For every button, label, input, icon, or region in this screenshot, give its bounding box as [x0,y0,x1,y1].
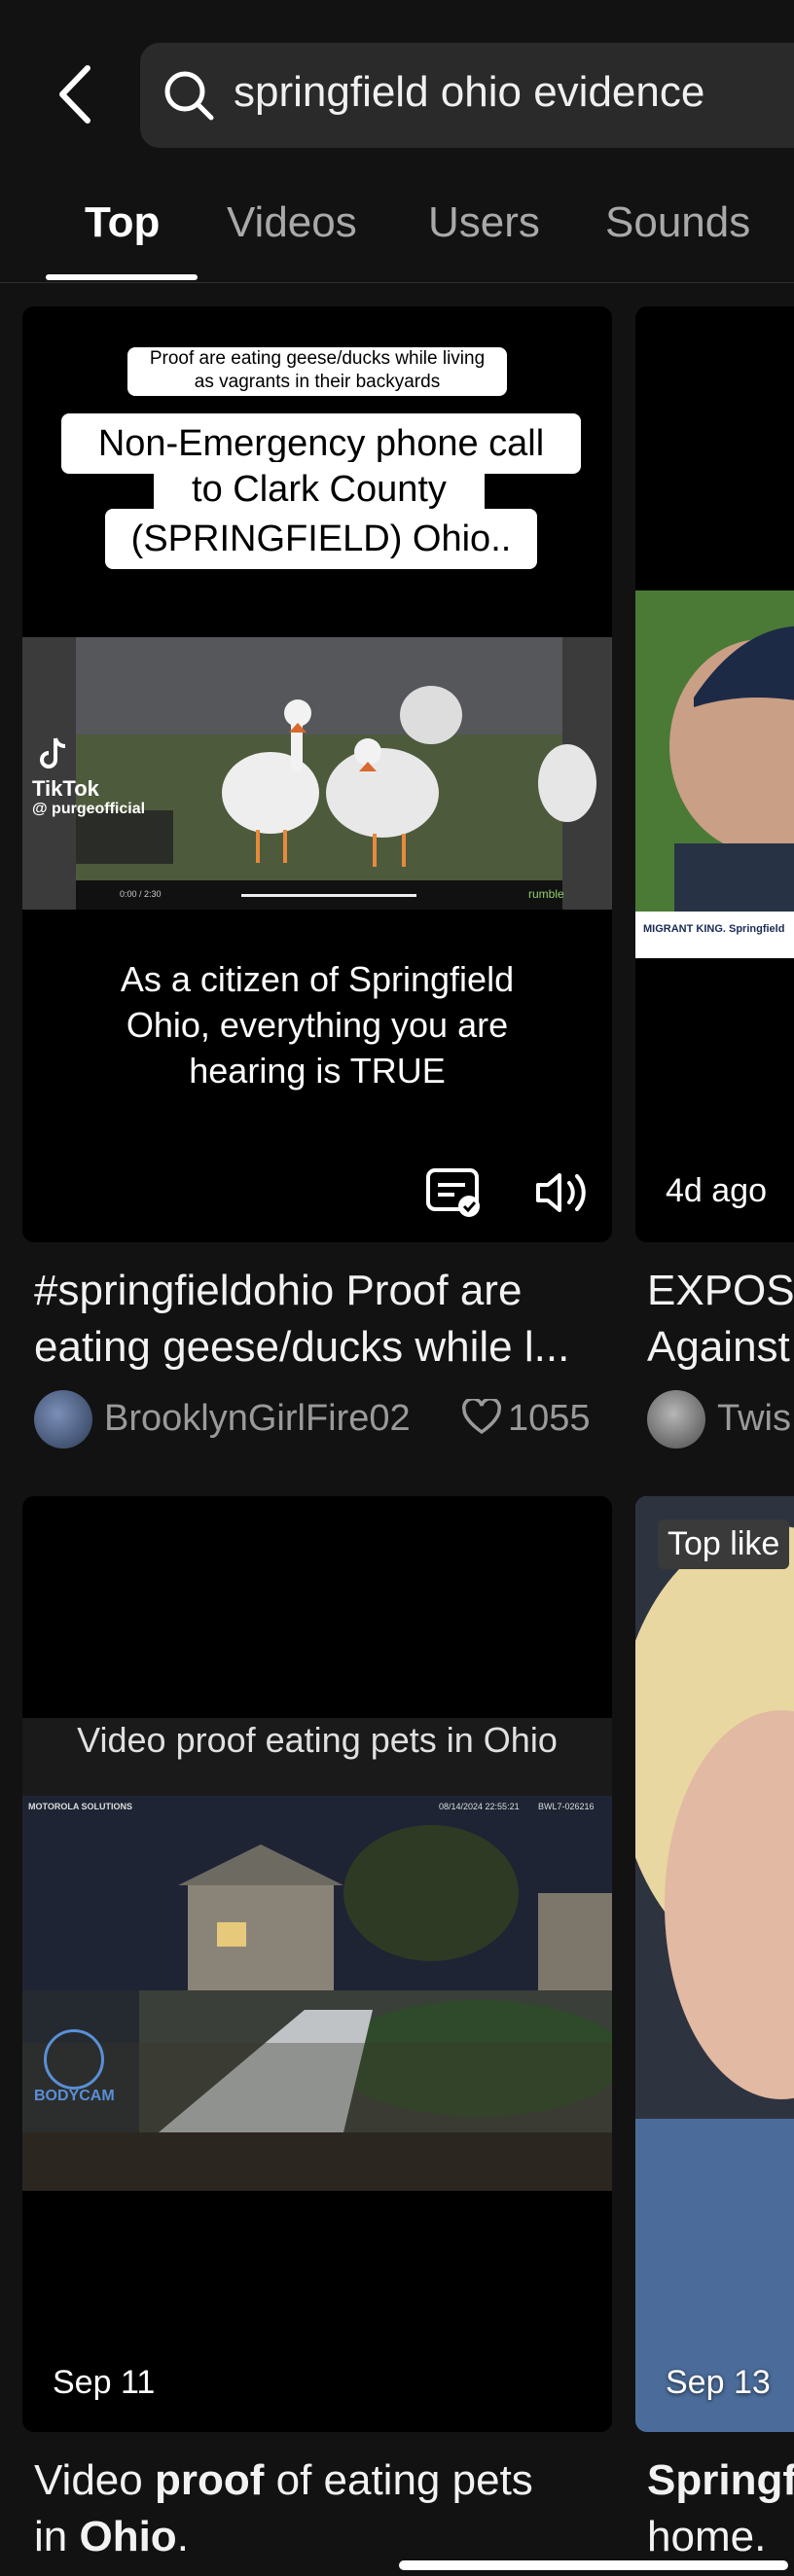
author-name[interactable]: BrooklynGirlFire02 [104,1398,411,1440]
video-thumbnail: TikTok @ purgeofficial 0:00 / 2:30 rumbl… [22,637,612,910]
post-date: Sep 11 [53,2364,156,2401]
bodycam-brand: MOTOROLA SOLUTIONS [28,1802,132,1811]
video-thumbnail: MOTOROLA SOLUTIONS 08/14/2024 22:55:21 B… [22,1796,612,2132]
search-input[interactable]: springfield ohio evidence [234,68,704,117]
post-date: 4d ago [666,1172,767,1209]
top-liked-badge: Top like [658,1520,790,1569]
search-tabs: Top Videos Users Sounds [0,185,794,283]
search-bar[interactable]: springfield ohio evidence [140,43,794,148]
player-time: 0:00 / 2:30 [120,889,162,899]
woman-portrait-image [635,1496,794,2432]
video-caption[interactable]: Against [647,1323,790,1372]
avatar[interactable] [647,1390,705,1449]
home-indicator [399,2560,788,2570]
small-caption-banner: Proof are eating geese/ducks while livin… [127,347,507,396]
video-card[interactable]: Proof are eating geese/ducks while livin… [22,306,612,1242]
active-tab-indicator [46,274,198,280]
video-banner: Video proof eating pets in Ohio [77,1720,558,1760]
author-name[interactable]: Twis [717,1398,791,1440]
thumbnail-label: MIGRANT KING. Springfield [643,923,785,935]
tab-videos[interactable]: Videos [227,198,357,247]
video-card[interactable]: Top like Sep 13 [635,1496,794,2432]
video-caption[interactable]: in Ohio. [34,2513,189,2561]
video-card[interactable]: Video proof eating pets in Ohio MOTOROLA… [22,1496,612,2432]
watermark-brand: TikTok [32,776,99,801]
video-caption[interactable]: home. [647,2513,766,2561]
banner-line: (SPRINGFIELD) Ohio.. [105,509,537,569]
sound-on-icon[interactable] [532,1167,591,1223]
thumbnail-strip [22,2132,612,2191]
watermark-user: @ purgeofficial [32,801,146,817]
back-button[interactable] [56,60,95,128]
bodycam-label: BODYCAM [34,2088,115,2104]
bodycam-badge-icon [44,2029,104,2090]
player-brand: rumble [528,887,564,901]
geese-image [76,637,596,910]
tab-sounds[interactable]: Sounds [605,198,750,247]
man-in-cap-image [635,590,794,958]
avatar[interactable] [34,1390,92,1449]
search-icon [164,71,214,121]
captions-icon[interactable] [425,1167,484,1223]
post-date: Sep 13 [666,2364,771,2401]
video-overlay-text: As a citizen of Springfield Ohio, everyt… [120,959,515,1091]
video-caption[interactable]: Springf [647,2456,794,2505]
heart-icon [462,1397,501,1441]
like-count: 1055 [508,1398,591,1439]
tiktok-logo-icon [34,734,73,778]
tab-top[interactable]: Top [85,198,160,247]
video-caption[interactable]: eating geese/ducks while l... [34,1323,569,1372]
bodycam-night-image [22,1796,612,2132]
video-caption[interactable]: EXPOS [647,1267,794,1315]
bodycam-timestamp: 08/14/2024 22:55:21 [439,1802,520,1811]
chevron-left-icon [59,65,90,124]
video-thumbnail: MIGRANT KING. Springfield [635,590,794,958]
video-caption[interactable]: #springfieldohio Proof are [34,1267,522,1315]
tab-users[interactable]: Users [428,198,540,247]
bodycam-device-id: BWL7-026216 [538,1802,595,1811]
video-caption[interactable]: Video proof of eating pets [34,2456,533,2505]
video-card[interactable]: MIGRANT KING. Springfield 4d ago [635,306,794,1242]
